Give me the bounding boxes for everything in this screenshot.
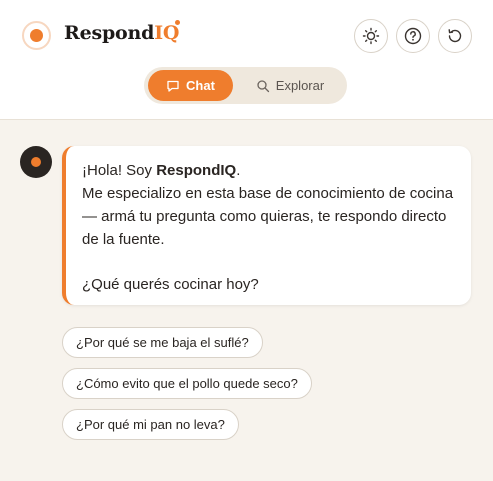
help-button[interactable] xyxy=(396,19,430,53)
tab-explorar[interactable]: Explorar xyxy=(238,70,342,101)
tab-chat[interactable]: Chat xyxy=(148,70,233,101)
chat-bubble-icon xyxy=(167,80,179,92)
help-icon xyxy=(404,27,422,45)
reset-button[interactable] xyxy=(438,19,472,53)
theme-toggle-button[interactable] xyxy=(354,19,388,53)
suggestion-chip[interactable]: ¿Por qué mi pan no leva? xyxy=(62,409,239,440)
message-question: ¿Qué querés cocinar hoy? xyxy=(82,276,259,293)
assistant-avatar xyxy=(20,146,52,178)
reset-icon xyxy=(448,29,462,43)
search-icon xyxy=(257,79,269,92)
tab-chat-label: Chat xyxy=(186,78,215,93)
logo-icon xyxy=(22,21,51,50)
greeting-line: ¡Hola! Soy RespondIQ. xyxy=(82,162,241,179)
message-line: de la fuente. xyxy=(82,231,165,248)
message-line: — armá tu pregunta como quieras, te resp… xyxy=(82,208,447,225)
brand-dot-icon xyxy=(175,20,180,25)
message-line: Me especializo en esta base de conocimie… xyxy=(82,185,454,202)
mode-tabs: Chat Explorar xyxy=(144,67,347,104)
sun-icon xyxy=(362,27,380,45)
tab-explorar-label: Explorar xyxy=(275,78,325,93)
app-header: RespondIQ Chat Explorar xyxy=(0,0,493,120)
suggestion-chip[interactable]: ¿Por qué se me baja el suflé? xyxy=(62,327,263,358)
suggestion-chip[interactable]: ¿Cómo evito que el pollo quede seco? xyxy=(62,368,312,399)
brand-name: RespondIQ xyxy=(64,22,180,44)
assistant-message: ¡Hola! Soy RespondIQ. Me especializo en … xyxy=(62,146,471,305)
